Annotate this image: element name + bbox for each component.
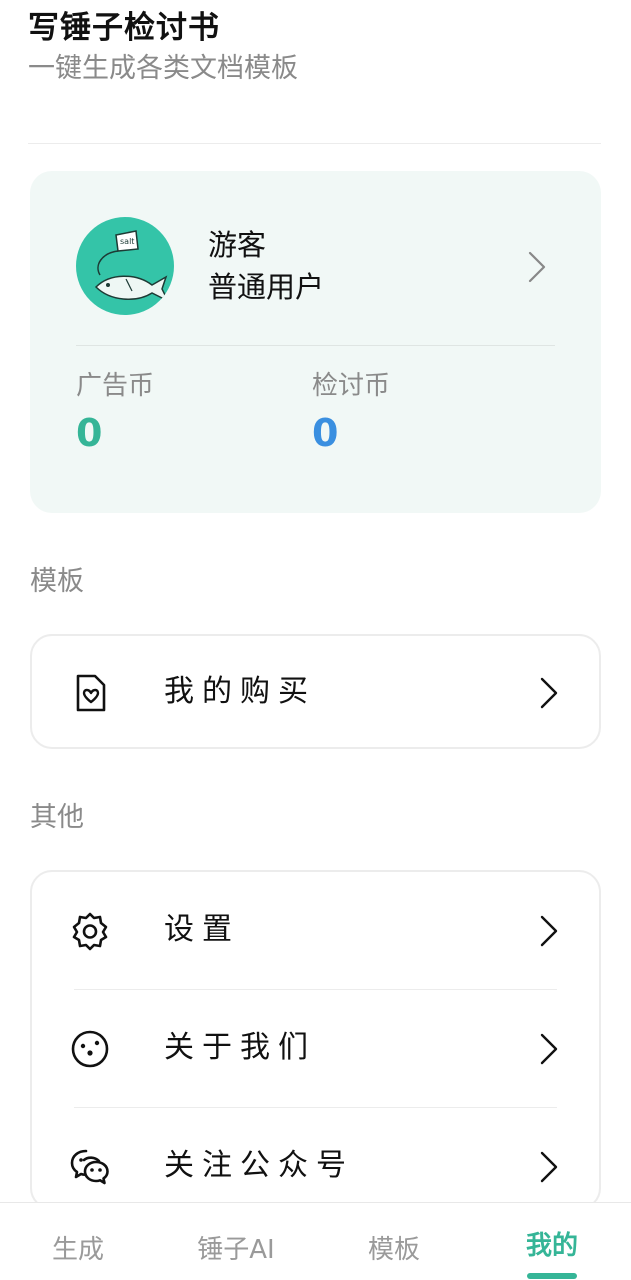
stat-label: 检讨币 — [312, 371, 391, 401]
chevron-right-icon — [540, 1151, 558, 1183]
menu-item-my-purchases[interactable]: 我的购买 — [32, 636, 599, 747]
section-title-templates: 模板 — [30, 566, 84, 597]
stat-value: 0 — [76, 411, 103, 455]
nav-item-templates[interactable]: 模板 — [334, 1233, 454, 1267]
stat-label: 广告币 — [76, 371, 155, 401]
section-title-other: 其他 — [30, 802, 84, 833]
chevron-right-icon — [540, 1033, 558, 1065]
nav-item-hammer-ai[interactable]: 锤子AI — [176, 1233, 296, 1267]
avatar[interactable]: salt — [76, 217, 174, 315]
menu-label: 设置 — [164, 912, 240, 947]
card-divider — [76, 345, 555, 346]
stat-ad-coins[interactable]: 广告币 0 — [76, 369, 154, 457]
menu-item-about-us[interactable]: 关于我们 — [32, 990, 599, 1108]
user-level: 普通用户 — [208, 270, 325, 304]
other-menu-card: 设置 关于我们 关注公众号 — [30, 870, 601, 1210]
salt-fish-avatar-icon: salt — [94, 230, 170, 303]
purchase-icon — [76, 674, 106, 712]
wechat-icon — [70, 1149, 109, 1185]
nav-item-mine[interactable]: 我的 — [492, 1229, 612, 1263]
user-name: 游客 — [208, 228, 267, 262]
nav-item-generate[interactable]: 生成 — [18, 1233, 138, 1267]
menu-label: 关于我们 — [164, 1030, 316, 1065]
menu-label: 关注公众号 — [164, 1148, 354, 1183]
header-divider — [28, 143, 601, 144]
chevron-right-icon — [540, 915, 558, 947]
stat-value: 0 — [312, 411, 339, 455]
app-header: 写锤子检讨书 一键生成各类文档模板 — [28, 8, 298, 86]
gear-icon — [72, 912, 108, 951]
menu-item-settings[interactable]: 设置 — [32, 872, 599, 990]
menu-label: 我的购买 — [164, 674, 316, 709]
templates-menu-card: 我的购买 — [30, 634, 601, 749]
nav-active-indicator — [527, 1273, 577, 1279]
chevron-right-icon[interactable] — [525, 249, 549, 285]
chevron-right-icon — [540, 677, 558, 709]
svg-text:salt: salt — [120, 237, 134, 246]
app-subtitle: 一键生成各类文档模板 — [28, 53, 298, 84]
profile-card[interactable]: salt 游客 普通用户 广告币 0 检讨币 0 — [30, 171, 601, 513]
menu-item-follow-official-account[interactable]: 关注公众号 — [32, 1108, 599, 1208]
app-title: 写锤子检讨书 — [28, 10, 220, 46]
bottom-nav: 生成 锤子AI 模板 我的 — [0, 1202, 631, 1280]
stat-review-coins[interactable]: 检讨币 0 — [312, 369, 390, 457]
about-icon — [71, 1030, 109, 1068]
